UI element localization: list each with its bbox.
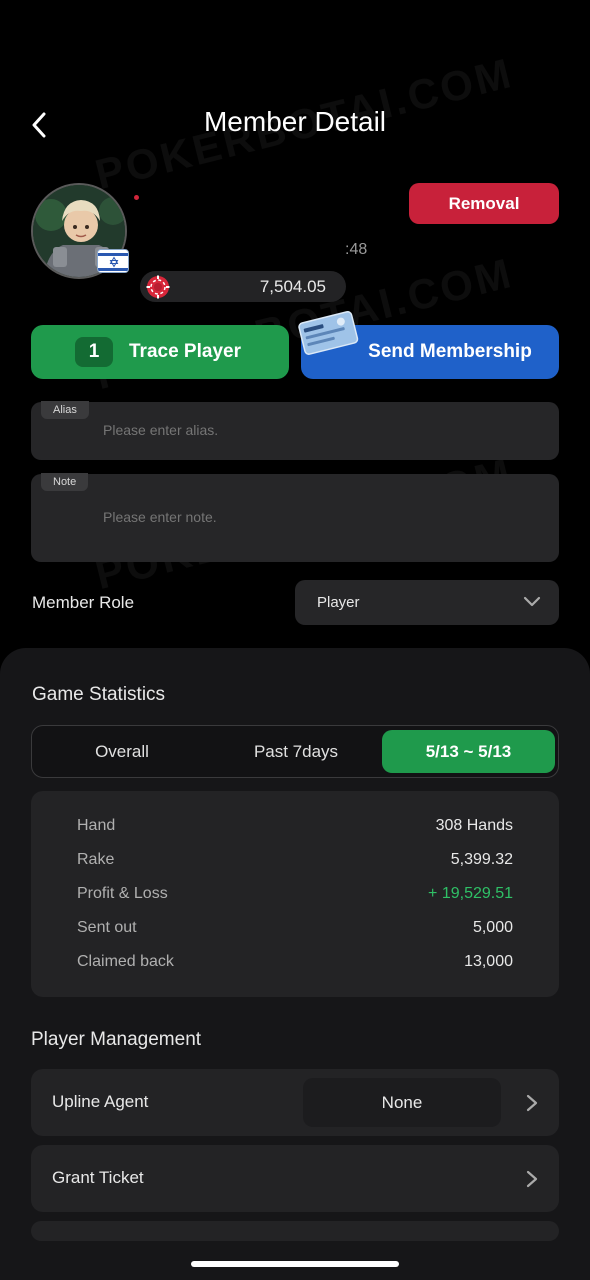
stat-row-sent-out: Sent out 5,000 <box>77 919 513 941</box>
alias-field[interactable]: Alias <box>31 401 559 460</box>
stat-value: 5,000 <box>472 919 513 936</box>
alias-label: Alias <box>41 401 89 419</box>
game-statistics-title: Game Statistics <box>32 684 166 705</box>
upline-agent-value: None <box>303 1078 501 1127</box>
trace-player-button[interactable]: 1 Trace Player <box>31 325 289 379</box>
send-membership-button[interactable]: Send Membership <box>298 311 559 379</box>
stat-row-rake: Rake 5,399.32 <box>77 851 513 873</box>
chevron-right-icon <box>526 1170 538 1188</box>
stat-label: Hand <box>77 817 116 834</box>
chevron-right-icon <box>526 1094 538 1112</box>
stats-card: Hand 308 Hands Rake 5,399.32 Profit & Lo… <box>31 791 559 997</box>
stat-label: Sent out <box>77 919 137 936</box>
balance-pill: 7,504.05 <box>140 271 346 302</box>
trace-count-badge: 1 <box>75 337 113 367</box>
tab-date-range[interactable]: 5/13 ~ 5/13 <box>382 730 555 773</box>
tab-past-7days[interactable]: Past 7days <box>208 726 384 777</box>
stat-value: + 19,529.51 <box>428 885 513 902</box>
stat-value: 13,000 <box>464 953 513 970</box>
tab-overall[interactable]: Overall <box>32 726 212 777</box>
member-role-value: Player <box>317 594 360 611</box>
israel-flag-icon <box>97 249 129 273</box>
stat-label: Profit & Loss <box>77 885 168 902</box>
membership-card-icon <box>298 311 359 355</box>
trace-player-label: Trace Player <box>129 341 241 362</box>
balance-value: 7,504.05 <box>259 277 326 296</box>
management-row[interactable] <box>31 1221 559 1241</box>
period-tabs: Overall Past 7days 5/13 ~ 5/13 <box>31 725 559 778</box>
stat-row-profit-loss: Profit & Loss + 19,529.51 <box>77 885 513 907</box>
member-role-label: Member Role <box>32 593 135 612</box>
note-input[interactable] <box>103 509 503 525</box>
removal-button[interactable]: Removal <box>409 183 559 224</box>
chevron-down-icon <box>523 596 541 607</box>
home-indicator <box>191 1261 399 1267</box>
stat-row-claimed-back: Claimed back 13,000 <box>77 953 513 975</box>
stat-label: Claimed back <box>77 953 174 970</box>
header: Member Detail <box>0 0 590 170</box>
member-role-select[interactable]: Player <box>295 580 559 625</box>
note-field[interactable]: Note <box>31 473 559 562</box>
stat-row-hand: Hand 308 Hands <box>77 817 513 839</box>
note-label: Note <box>41 473 89 491</box>
send-membership-label: Send Membership <box>368 341 532 362</box>
stat-label: Rake <box>77 851 115 868</box>
upline-agent-label: Upline Agent <box>52 1092 149 1111</box>
player-management-title: Player Management <box>31 1029 202 1050</box>
stat-value: 5,399.32 <box>450 851 513 868</box>
grant-ticket-row[interactable]: Grant Ticket <box>31 1145 559 1212</box>
last-active-time: :48 <box>345 241 368 258</box>
poker-chip-icon <box>146 275 170 299</box>
upline-agent-row[interactable]: Upline Agent None <box>31 1069 559 1136</box>
alias-input[interactable] <box>103 422 503 438</box>
status-dot <box>134 195 139 200</box>
avatar[interactable] <box>31 183 129 281</box>
page-title: Member Detail <box>203 106 387 137</box>
grant-ticket-label: Grant Ticket <box>52 1168 144 1187</box>
stat-value: 308 Hands <box>435 817 513 834</box>
